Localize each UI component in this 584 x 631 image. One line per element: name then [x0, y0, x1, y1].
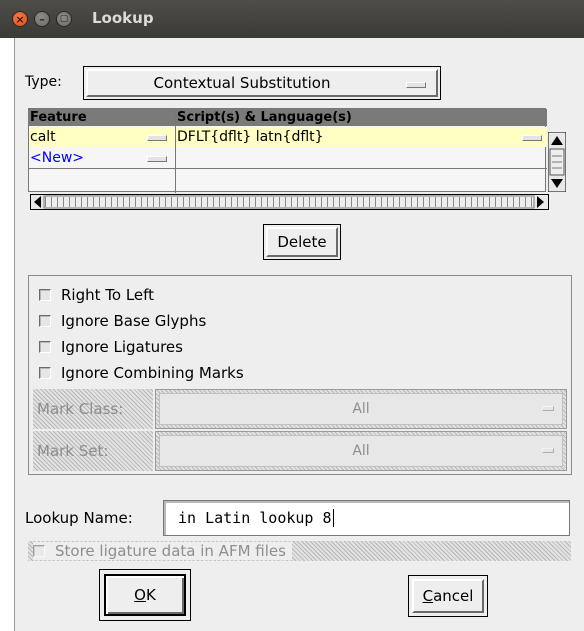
dropdown-indicator-icon: [406, 82, 426, 88]
column-header-scripts: Script(s) & Language(s): [176, 109, 547, 126]
dropdown-indicator-icon: [522, 135, 542, 141]
feature-table: Feature Script(s) & Language(s) calt DFL…: [28, 108, 547, 193]
cancel-mnemonic: C: [422, 587, 434, 605]
column-header-feature: Feature: [29, 109, 175, 126]
lookup-flags-group: Right To Left Ignore Base Glyphs Ignore …: [28, 275, 572, 475]
maximize-glyph: ▢: [59, 13, 69, 24]
table-row-feature[interactable]: calt: [29, 127, 175, 147]
checkbox-icon[interactable]: [39, 341, 51, 353]
store-ligature-afm-checkbox: Store ligature data in AFM files: [33, 542, 292, 560]
ok-button[interactable]: OK: [99, 569, 191, 621]
afm-label: Store ligature data in AFM files: [55, 542, 286, 560]
close-glyph: ×: [15, 12, 25, 26]
mark-set-value: All: [352, 443, 370, 459]
ignore-base-glyphs-checkbox[interactable]: Ignore Base Glyphs: [39, 312, 206, 330]
right-to-left-checkbox[interactable]: Right To Left: [39, 286, 154, 304]
checkbox-icon[interactable]: [39, 367, 51, 379]
ok-label-rest: K: [145, 586, 156, 604]
checkbox-label: Ignore Combining Marks: [61, 364, 244, 382]
mark-set-label-text: Mark Set:: [37, 442, 109, 460]
text-cursor: [332, 509, 334, 527]
scroll-left-icon[interactable]: [34, 196, 41, 208]
delete-button[interactable]: Delete: [263, 224, 341, 260]
ignore-combining-marks-checkbox[interactable]: Ignore Combining Marks: [39, 364, 244, 382]
mark-set-label: Mark Set:: [33, 431, 153, 471]
type-value: Contextual Substitution: [153, 74, 331, 92]
type-label: Type:: [25, 74, 62, 90]
table-row-scripts[interactable]: DFLT{dflt} latn{dflt}: [176, 127, 547, 147]
delete-label: Delete: [277, 233, 327, 251]
mark-class-label: Mark Class:: [33, 389, 153, 429]
lookup-dialog: Type: Contextual Substitution Feature Sc…: [14, 38, 584, 631]
scroll-right-icon[interactable]: [537, 196, 544, 208]
feature-cell: calt: [30, 129, 56, 145]
mark-set-select: All: [155, 431, 567, 471]
checkbox-label: Ignore Base Glyphs: [61, 312, 207, 330]
mark-class-label-text: Mark Class:: [37, 400, 124, 418]
checkbox-icon[interactable]: [39, 289, 51, 301]
maximize-icon[interactable]: ▢: [56, 11, 72, 27]
mark-class-select: All: [155, 389, 567, 429]
ignore-ligatures-checkbox[interactable]: Ignore Ligatures: [39, 338, 183, 356]
horizontal-scrollbar[interactable]: [30, 194, 549, 210]
column-divider: [175, 109, 176, 193]
checkbox-icon[interactable]: [39, 315, 51, 327]
type-select[interactable]: Contextual Substitution: [83, 66, 441, 100]
minimize-glyph: –: [39, 12, 45, 26]
checkbox-label: Ignore Ligatures: [61, 338, 183, 356]
lookup-name-value: in Latin lookup 8: [178, 509, 332, 527]
cancel-button[interactable]: Cancel: [408, 575, 488, 617]
dropdown-indicator-icon: [147, 156, 167, 162]
lookup-name-label: Lookup Name:: [25, 509, 133, 527]
row-divider: [29, 168, 547, 169]
new-feature-cell: <New>: [30, 150, 84, 166]
checkbox-label: Right To Left: [61, 286, 155, 304]
scroll-thumb-grip: [45, 197, 533, 207]
dropdown-indicator-icon: [542, 406, 554, 411]
title-bar: × – ▢ Lookup: [0, 0, 584, 38]
close-icon[interactable]: ×: [12, 11, 28, 27]
mark-class-value: All: [352, 401, 370, 417]
ok-mnemonic: O: [134, 586, 146, 604]
scripts-cell: DFLT{dflt} latn{dflt}: [177, 129, 324, 145]
lookup-name-input[interactable]: in Latin lookup 8: [163, 500, 570, 536]
window-title: Lookup: [92, 9, 154, 27]
checkbox-icon: [33, 545, 45, 557]
minimize-icon[interactable]: –: [34, 11, 50, 27]
dropdown-indicator-icon: [542, 448, 554, 453]
vertical-scrollbar[interactable]: [547, 131, 567, 193]
table-row-new-scripts[interactable]: [176, 148, 547, 168]
table-row-new[interactable]: <New>: [29, 148, 175, 168]
cancel-label-rest: ancel: [433, 587, 474, 605]
dropdown-indicator-icon: [147, 135, 167, 141]
